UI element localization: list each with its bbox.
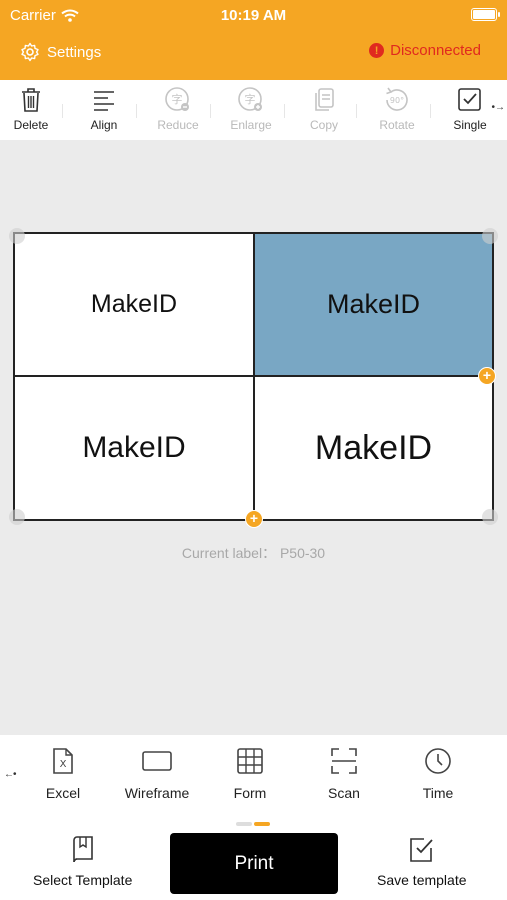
page-dot-active bbox=[254, 822, 270, 826]
select-template-label: Select Template bbox=[33, 872, 133, 888]
scan-button[interactable]: Scan bbox=[304, 747, 384, 801]
status-time: 10:19 AM bbox=[220, 7, 287, 24]
text-element-selected[interactable]: MakeID bbox=[255, 234, 492, 375]
rotate-90-icon: 90° bbox=[383, 86, 411, 114]
reduce-button[interactable]: 字 Reduce bbox=[143, 86, 213, 132]
divider bbox=[210, 104, 211, 118]
text-element[interactable]: MakeID bbox=[255, 377, 492, 519]
info-icon: ! bbox=[369, 43, 385, 58]
enlarge-label: Enlarge bbox=[230, 118, 272, 132]
settings-label: Settings bbox=[47, 43, 102, 61]
excel-button[interactable]: X Excel bbox=[23, 747, 103, 801]
label-canvas[interactable]: MakeID MakeID MakeID MakeID + + bbox=[9, 228, 498, 528]
text-element-value: MakeID bbox=[314, 428, 433, 467]
time-button[interactable]: Time bbox=[398, 747, 478, 801]
checkbox-icon bbox=[456, 86, 484, 114]
text-enlarge-icon: 字 bbox=[237, 86, 265, 114]
corner-marker bbox=[9, 509, 25, 525]
edit-toolbar: Delete Align 字 Reduce 字 Enlarge Copy 90°… bbox=[0, 80, 507, 140]
select-template-button[interactable]: Select Template bbox=[33, 836, 132, 888]
text-element-value: MakeID bbox=[90, 290, 178, 318]
nav-row: Settings ! Disconnected bbox=[0, 38, 507, 68]
page-indicator bbox=[236, 822, 270, 826]
reduce-label: Reduce bbox=[157, 118, 199, 132]
save-template-button[interactable]: Save template bbox=[377, 836, 467, 888]
align-icon bbox=[90, 86, 118, 114]
form-button[interactable]: Form bbox=[210, 747, 290, 801]
text-reduce-icon: 字 bbox=[164, 86, 192, 114]
connection-status[interactable]: ! Disconnected bbox=[369, 42, 481, 59]
print-button[interactable]: Print bbox=[170, 833, 338, 894]
grid-divider-horizontal bbox=[15, 375, 492, 377]
divider bbox=[356, 104, 357, 118]
text-element-value: MakeID bbox=[326, 289, 421, 319]
scan-label: Scan bbox=[328, 785, 360, 801]
rectangle-icon bbox=[142, 751, 172, 771]
rotate-label: Rotate bbox=[379, 118, 415, 132]
svg-text:90°: 90° bbox=[390, 96, 404, 105]
single-label: Single bbox=[453, 118, 487, 132]
gear-icon bbox=[21, 42, 39, 62]
function-bar: ←• X Excel Wireframe Form Scan Time bbox=[0, 735, 507, 810]
copy-label: Copy bbox=[309, 118, 338, 132]
wireframe-button[interactable]: Wireframe bbox=[117, 747, 197, 801]
divider bbox=[62, 104, 63, 118]
align-label: Align bbox=[90, 118, 118, 132]
corner-marker bbox=[482, 509, 498, 525]
resize-handle-bottom[interactable]: + bbox=[245, 510, 263, 528]
divider bbox=[430, 104, 431, 118]
save-check-icon bbox=[409, 838, 433, 862]
resize-handle-right[interactable]: + bbox=[478, 367, 496, 385]
divider bbox=[284, 104, 285, 118]
scan-icon bbox=[331, 748, 357, 774]
copy-icon bbox=[310, 86, 338, 114]
enlarge-button[interactable]: 字 Enlarge bbox=[216, 86, 286, 132]
battery-icon bbox=[471, 8, 500, 21]
rotate-button[interactable]: 90° Rotate bbox=[362, 86, 432, 132]
svg-text:字: 字 bbox=[172, 92, 183, 106]
svg-text:字: 字 bbox=[245, 92, 256, 106]
save-template-label: Save template bbox=[377, 872, 467, 888]
divider bbox=[136, 104, 137, 118]
delete-button[interactable]: Delete bbox=[0, 86, 66, 132]
wireframe-label: Wireframe bbox=[124, 785, 190, 801]
text-element[interactable]: MakeID bbox=[15, 377, 253, 519]
settings-button[interactable]: Settings bbox=[20, 42, 101, 62]
trash-icon bbox=[17, 86, 45, 114]
svg-text:X: X bbox=[60, 759, 67, 770]
current-label-info: Current label： P50-30 bbox=[181, 545, 326, 561]
text-element-value: MakeID bbox=[82, 431, 186, 464]
excel-label: Excel bbox=[45, 785, 81, 801]
connection-status-label: Disconnected bbox=[390, 42, 481, 59]
status-bar: Carrier 10:19 AM bbox=[0, 5, 507, 25]
text-element[interactable]: MakeID bbox=[15, 234, 253, 375]
excel-file-icon: X bbox=[53, 748, 73, 774]
time-label: Time bbox=[422, 785, 454, 801]
corner-marker bbox=[482, 228, 498, 244]
book-icon bbox=[72, 836, 93, 863]
align-button[interactable]: Align bbox=[69, 86, 139, 132]
delete-label: Delete bbox=[13, 118, 49, 132]
scroll-left-indicator: ←• bbox=[4, 769, 16, 780]
clock-icon bbox=[425, 748, 451, 774]
corner-marker bbox=[9, 228, 25, 244]
copy-button[interactable]: Copy bbox=[289, 86, 359, 132]
table-grid-icon bbox=[237, 748, 263, 774]
scroll-right-indicator: •→ bbox=[491, 102, 505, 113]
form-label: Form bbox=[233, 785, 267, 801]
top-bar: Carrier 10:19 AM Settings ! Disconnected bbox=[0, 0, 507, 80]
bottom-action-bar: Select Template Print Save template bbox=[0, 810, 507, 900]
page-dot bbox=[236, 822, 252, 826]
